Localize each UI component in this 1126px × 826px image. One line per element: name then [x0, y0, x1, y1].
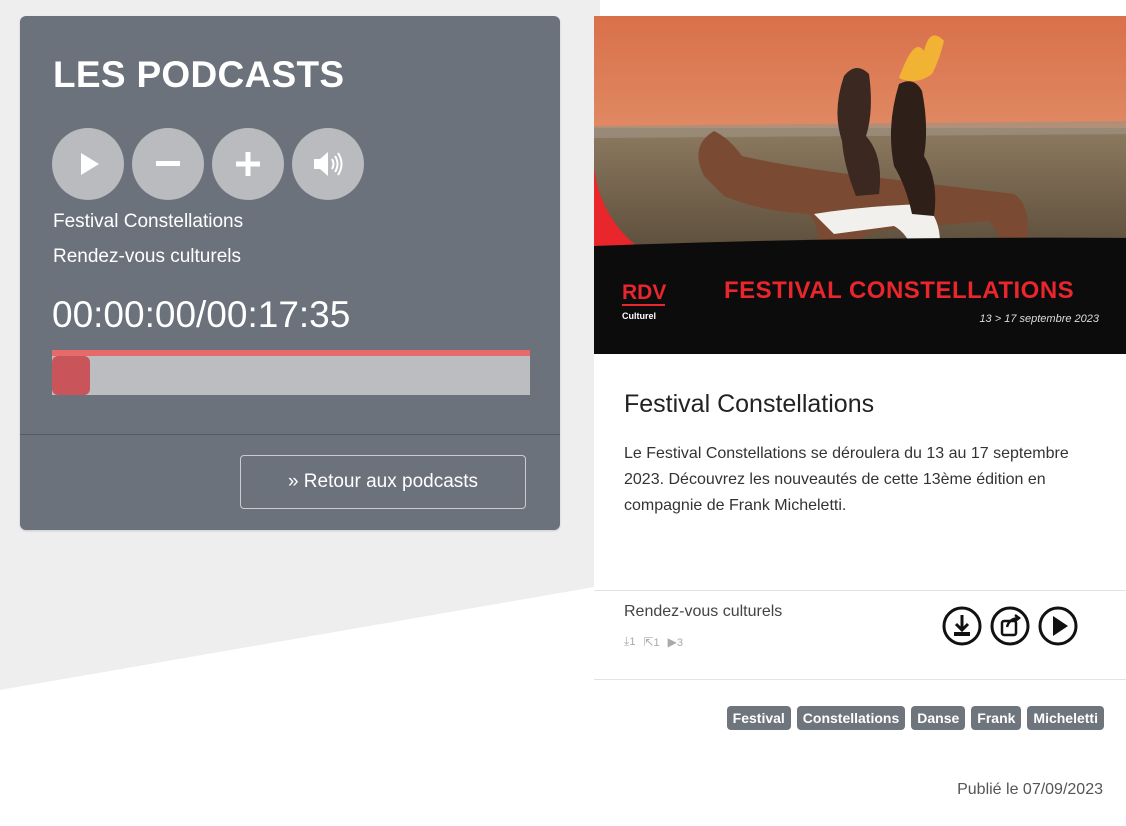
play-icon	[81, 153, 99, 175]
tag[interactable]: Micheletti	[1027, 706, 1104, 730]
tag[interactable]: Danse	[911, 706, 966, 730]
poster-banner-title: FESTIVAL CONSTELLATIONS	[724, 277, 1074, 304]
poster-banner-dates: 13 > 17 septembre 2023	[979, 313, 1099, 325]
speaker-icon	[314, 152, 343, 176]
share-small-icon: ⇱	[643, 634, 654, 649]
back-to-podcasts-button[interactable]: » Retour aux podcasts	[240, 455, 526, 509]
festival-poster-image: RDV Culturel FESTIVAL CONSTELLATIONS 13 …	[594, 16, 1126, 354]
card-stats: ⤓1 ⇱1 ▶3	[624, 634, 683, 649]
play-count: ▶3	[667, 634, 683, 649]
card-title: Festival Constellations	[624, 390, 875, 418]
episode-title: Festival Constellations	[53, 211, 244, 232]
play-icon[interactable]	[1037, 605, 1079, 647]
download-icon[interactable]	[941, 605, 983, 647]
divider	[20, 434, 560, 435]
download-count: ⤓1	[624, 634, 636, 648]
share-icon[interactable]	[989, 605, 1031, 647]
divider	[594, 590, 1126, 591]
play-small-icon: ▶	[667, 634, 677, 649]
podcast-card: RDV Culturel FESTIVAL CONSTELLATIONS 13 …	[594, 16, 1126, 826]
time-display: 00:00:00/00:17:35	[52, 294, 351, 335]
volume-up-button[interactable]	[212, 128, 284, 200]
player-controls	[52, 128, 364, 200]
episode-category: Rendez-vous culturels	[53, 246, 241, 267]
mute-button[interactable]	[292, 128, 364, 200]
tag-list: Festival Constellations Danse Frank Mich…	[694, 706, 1104, 730]
progress-thumb[interactable]	[52, 356, 90, 395]
published-date: Publié le 07/09/2023	[957, 781, 1103, 798]
card-category: Rendez-vous culturels	[624, 603, 783, 620]
play-button[interactable]	[52, 128, 124, 200]
card-description: Le Festival Constellations se déroulera …	[624, 445, 1069, 514]
tag[interactable]: Frank	[971, 706, 1022, 730]
progress-bar[interactable]	[52, 350, 530, 395]
poster-brand-sub: Culturel	[622, 311, 656, 321]
share-count: ⇱1	[643, 634, 660, 649]
volume-up-icon	[236, 152, 260, 176]
divider	[594, 679, 1126, 680]
tag[interactable]: Festival	[726, 706, 791, 730]
player-title: LES PODCASTS	[53, 54, 345, 95]
poster-brand: RDV	[622, 281, 666, 304]
podcast-player: LES PODCASTS Festival Constellations Ren…	[20, 16, 560, 530]
volume-down-button[interactable]	[132, 128, 204, 200]
volume-down-icon	[156, 161, 180, 166]
tag[interactable]: Constellations	[796, 706, 906, 730]
card-actions	[941, 605, 1079, 647]
